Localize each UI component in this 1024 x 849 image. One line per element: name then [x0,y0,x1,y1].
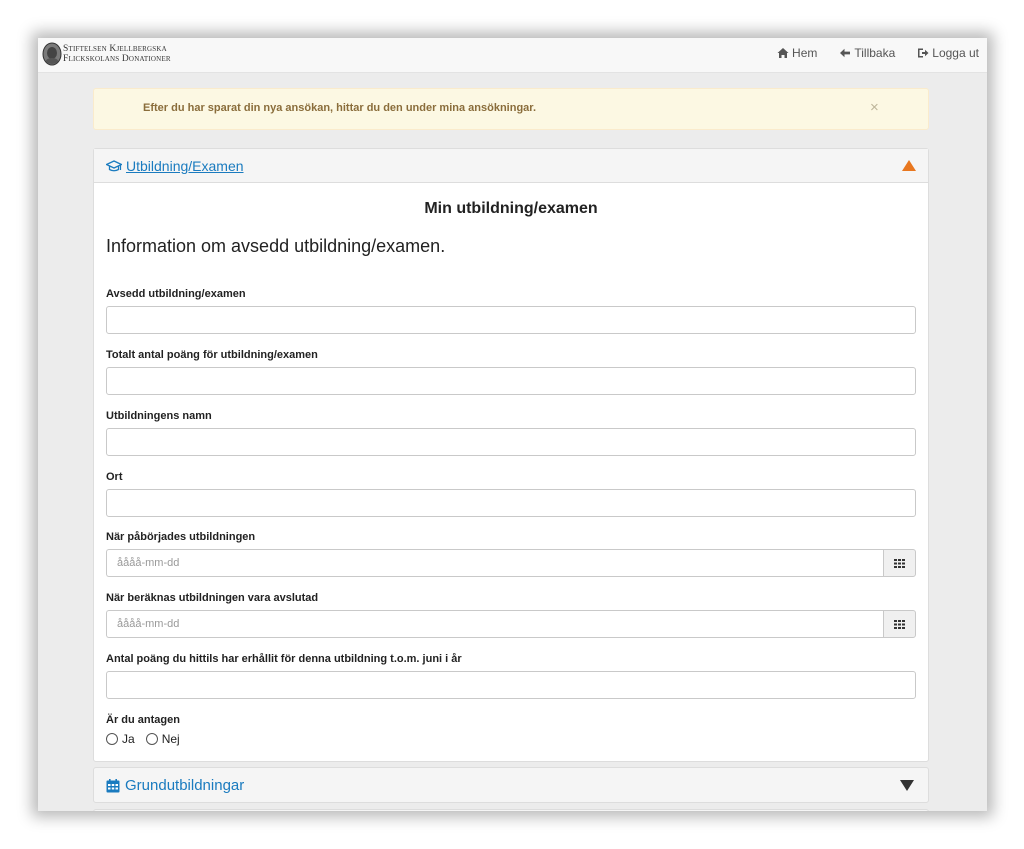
admitted-no-option[interactable]: Nej [145,732,180,746]
info-alert: Efter du har sparat din nya ansökan, hit… [93,88,929,130]
brand-line-2: Flickskolans Donationer [63,54,171,64]
education-panel-title[interactable]: Utbildning/Examen [106,158,244,174]
graduation-cap-icon [106,159,122,171]
intended-education-label: Avsedd utbildning/examen [106,288,246,300]
admitted-no-radio[interactable] [145,733,158,745]
end-date-label: När beräknas utbildningen vara avslutad [106,592,319,604]
start-date-label: När påbörjades utbildningen [106,531,256,543]
calendar-icon [106,778,120,792]
nav-back-label: Tillbaka [854,46,896,60]
start-date-group: åååå-mm-dd [106,549,916,577]
start-date-field: När påbörjades utbildningen åååå-mm-dd [106,531,916,577]
expand-down-icon[interactable] [900,780,914,791]
basic-education-panel-heading[interactable]: Grundutbildningar [93,767,929,803]
admitted-radio-group: Ja Nej [106,732,916,746]
admitted-no-label: Nej [161,732,180,746]
total-points-input[interactable] [106,367,916,395]
nav-back-link[interactable]: Tillbaka [839,46,895,60]
basic-education-panel-title[interactable]: Grundutbildningar [106,777,244,794]
nav-links: Hem Tillbaka Logga ut [777,46,979,60]
end-date-field: När beräknas utbildningen vara avslutad … [106,592,916,638]
basic-education-panel-title-text: Grundutbildningar [125,777,245,794]
intended-education-input[interactable] [106,306,916,334]
browser-frame: Stiftelsen Kjellbergska Flickskolans Don… [38,38,987,811]
collapse-up-icon[interactable] [902,160,916,171]
education-name-input[interactable] [106,428,916,456]
alert-message: Efter du har sparat din nya ansökan, hit… [143,102,537,114]
education-panel-heading[interactable]: Utbildning/Examen [94,149,928,183]
education-panel-title-text: Utbildning/Examen [126,158,244,174]
alert-close-button[interactable]: × [870,99,879,116]
next-panel-heading[interactable] [93,809,929,811]
calendar-grid-icon [894,558,905,568]
arrow-left-icon [840,48,851,58]
admitted-yes-label: Ja [122,732,135,746]
education-panel: Utbildning/Examen Min utbildning/examen … [93,148,929,762]
city-input[interactable] [106,489,916,517]
city-label: Ort [106,471,123,483]
brand-line-1: Stiftelsen Kjellbergska [63,44,167,54]
home-icon [777,48,789,58]
section-title: Min utbildning/examen [424,200,598,217]
section-lead: Information om avsedd utbildning/examen. [106,236,446,256]
nav-logout-link[interactable]: Logga ut [917,46,979,60]
total-points-label: Totalt antal poäng för utbildning/examen [106,349,318,361]
logout-icon [918,48,929,58]
nav-logout-label: Logga ut [932,46,979,60]
admitted-label: Är du antagen [106,714,180,726]
points-so-far-label: Antal poäng du hittils har erhållit för … [106,653,462,665]
education-name-field: Utbildningens namn [106,410,916,456]
education-panel-body: Min utbildning/examen Information om avs… [94,183,928,761]
brand[interactable]: Stiftelsen Kjellbergska Flickskolans Don… [42,41,171,67]
calendar-grid-icon [894,619,905,629]
intended-education-field: Avsedd utbildning/examen [106,288,916,334]
admitted-field: Är du antagen Ja Nej [106,714,916,746]
education-name-label: Utbildningens namn [106,410,212,422]
main-content: Efter du har sparat din nya ansökan, hit… [93,88,929,811]
end-date-picker-button[interactable] [883,610,916,638]
start-date-input[interactable]: åååå-mm-dd [106,549,883,577]
foundation-seal-logo [42,42,62,66]
admitted-yes-option[interactable]: Ja [106,732,135,746]
points-so-far-field: Antal poäng du hittils har erhållit för … [106,653,916,699]
end-date-group: åååå-mm-dd [106,610,916,638]
admitted-yes-radio[interactable] [106,733,118,745]
total-points-field: Totalt antal poäng för utbildning/examen [106,349,916,395]
points-so-far-input[interactable] [106,671,916,699]
brand-text: Stiftelsen Kjellbergska Flickskolans Don… [63,44,171,64]
nav-home-label: Hem [792,46,818,60]
start-date-picker-button[interactable] [883,549,916,577]
nav-home-link[interactable]: Hem [777,46,817,60]
city-field: Ort [106,471,916,517]
end-date-input[interactable]: åååå-mm-dd [106,610,883,638]
navbar: Stiftelsen Kjellbergska Flickskolans Don… [38,38,987,73]
